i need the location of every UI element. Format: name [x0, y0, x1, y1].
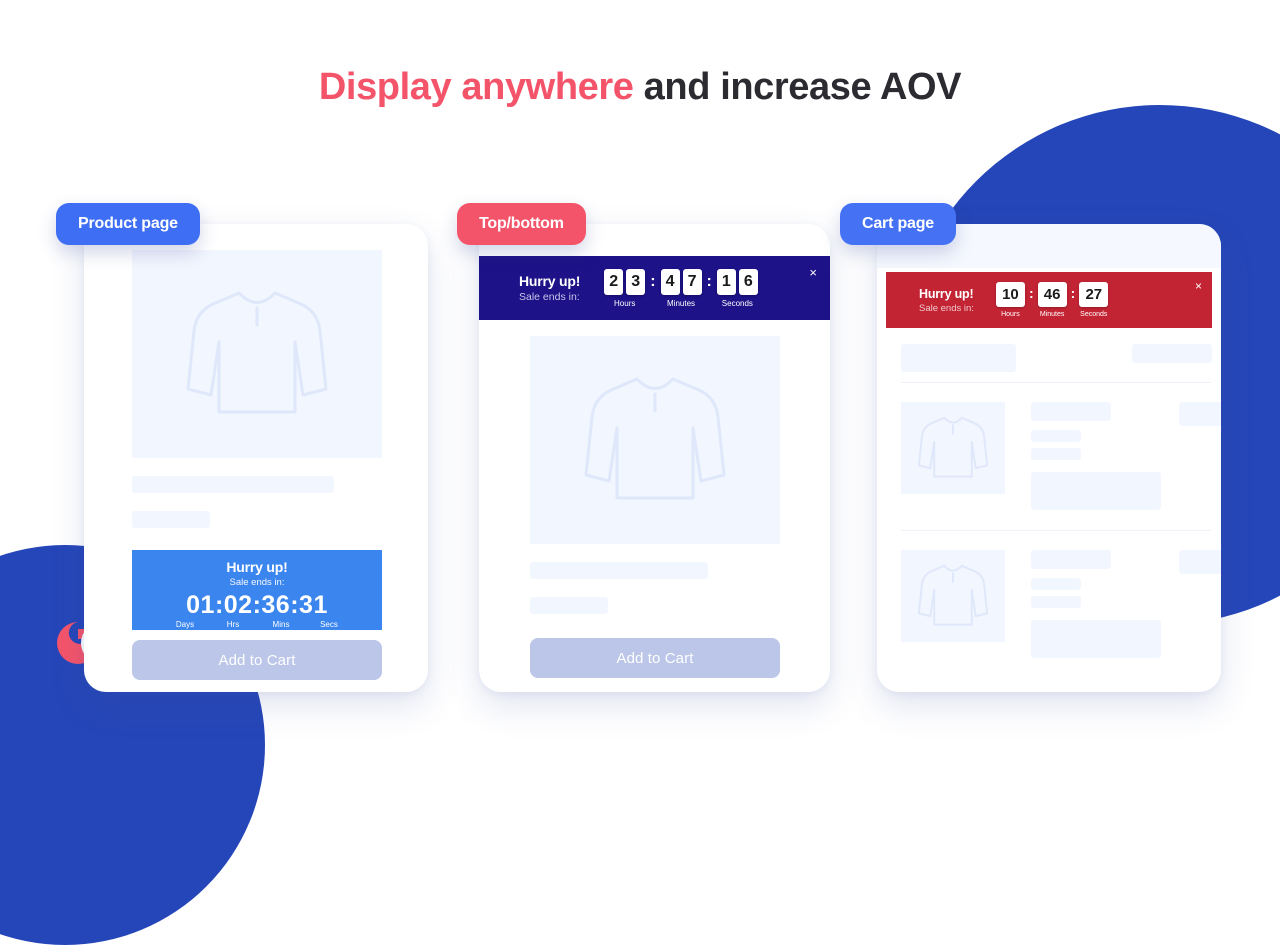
timer-hurry-label: Hurry up!: [226, 559, 288, 575]
close-icon[interactable]: ×: [809, 266, 817, 279]
cart-total-placeholder: [1132, 344, 1212, 363]
flip-value-seconds: 27: [1079, 282, 1109, 307]
cart-items-list: [877, 336, 1221, 678]
page-title-rest: and increase AOV: [633, 66, 962, 108]
cart-item-variant-placeholder: [1031, 596, 1081, 608]
long-sleeve-shirt-icon: [186, 291, 328, 414]
flip-separator: :: [650, 272, 656, 290]
flip-unit-hours: 10 Hours: [995, 282, 1025, 318]
product-price-placeholder: [530, 597, 608, 614]
cart-item-title-placeholder: [1031, 402, 1111, 421]
flip-unit-seconds: 1 6 Seconds: [716, 268, 758, 308]
banner-sub-label: Sale ends in:: [919, 302, 974, 314]
cart-item-thumbnail: [901, 402, 1005, 494]
badge-cart-page[interactable]: Cart page: [840, 203, 956, 245]
countdown-timer-product: Hurry up! Sale ends in: 01:02:36:31 Days…: [132, 550, 382, 630]
timer-unit-hrs: Hrs: [226, 620, 240, 629]
page-title: Display anywhere and increase AOV: [0, 66, 1280, 109]
timer-unit-days: Days: [175, 620, 195, 629]
flip-unit-minutes: 4 7 Minutes: [660, 268, 702, 308]
badge-top-bottom[interactable]: Top/bottom: [457, 203, 586, 245]
cart-item-title-placeholder: [1031, 550, 1111, 569]
flip-digits-hours: 2 3: [604, 268, 646, 295]
product-page-card: Hurry up! Sale ends in: 01:02:36:31 Days…: [84, 224, 428, 692]
flip-digit: 7: [682, 268, 702, 295]
long-sleeve-shirt-icon: [917, 416, 989, 478]
product-image-placeholder: [530, 336, 780, 544]
badge-product-page[interactable]: Product page: [56, 203, 200, 245]
flip-label-minutes: Minutes: [1039, 311, 1065, 318]
cart-item-variant-placeholder: [1031, 448, 1081, 460]
cart-item-variant-placeholder: [1031, 430, 1081, 442]
flip-digit: 4: [660, 268, 680, 295]
cart-item-qty-placeholder: [1031, 472, 1161, 510]
banner-hurry-label: Hurry up!: [519, 273, 581, 289]
flip-label-minutes: Minutes: [667, 298, 696, 308]
flip-digit: 1: [716, 268, 736, 295]
countdown-banner-cart: Hurry up! Sale ends in: 10 Hours : 46 Mi…: [886, 272, 1212, 328]
timer-sub-label: Sale ends in:: [229, 577, 285, 588]
flip-digits-minutes: 4 7: [660, 268, 702, 295]
product-title-placeholder: [530, 562, 708, 579]
flip-unit-seconds: 27 Seconds: [1079, 282, 1109, 318]
banner-text-block: Hurry up! Sale ends in:: [519, 273, 580, 303]
product-image-placeholder: [132, 250, 382, 458]
badge-product-page-label: Product page: [78, 215, 178, 232]
add-to-cart-button-topbottom[interactable]: Add to Cart: [530, 638, 780, 678]
cart-item-price-placeholder: [1179, 550, 1221, 574]
flip-label-seconds: Seconds: [721, 298, 753, 308]
flip-digits-seconds: 1 6: [716, 268, 758, 295]
banner-flip-clock: 2 3 Hours : 4 7 Minutes : 1 6 Seconds: [604, 268, 758, 308]
cart-item-variant-placeholder: [1031, 578, 1081, 590]
cart-item-price-placeholder: [1179, 402, 1221, 426]
flip-unit-minutes: 46 Minutes: [1037, 282, 1067, 318]
timer-digits: 01:02:36:31: [186, 591, 328, 619]
timer-unit-labels: Days Hrs Mins Secs: [132, 620, 382, 629]
page-title-highlight: Display anywhere: [318, 66, 634, 108]
banner-hurry-label: Hurry up!: [919, 286, 974, 301]
cart-summary-row: [877, 336, 1221, 382]
cart-item-thumbnail: [901, 550, 1005, 642]
add-to-cart-button-product[interactable]: Add to Cart: [132, 640, 382, 680]
timer-unit-mins: Mins: [272, 620, 290, 629]
flip-value-hours: 10: [995, 282, 1025, 307]
flip-digit: 6: [738, 268, 758, 295]
countdown-banner-topbottom: Hurry up! Sale ends in: 2 3 Hours : 4 7 …: [479, 256, 830, 320]
flip-digit: 3: [626, 268, 646, 295]
cart-item-qty-placeholder: [1031, 620, 1161, 658]
badge-top-bottom-label: Top/bottom: [479, 215, 564, 232]
badge-cart-page-label: Cart page: [862, 215, 934, 232]
flip-digit: 2: [604, 268, 624, 295]
product-price-placeholder: [132, 511, 210, 528]
flip-separator: :: [706, 272, 712, 290]
list-item[interactable]: [877, 382, 1221, 530]
flip-label-hours: Hours: [1001, 311, 1020, 318]
cart-page-card: Hurry up! Sale ends in: 10 Hours : 46 Mi…: [877, 224, 1221, 692]
banner-flip-clock: 10 Hours : 46 Minutes : 27 Seconds: [995, 282, 1109, 318]
flip-value-minutes: 46: [1037, 282, 1067, 307]
banner-sub-label: Sale ends in:: [519, 291, 580, 303]
close-icon[interactable]: ×: [1195, 280, 1202, 292]
long-sleeve-shirt-icon: [584, 377, 726, 500]
banner-text-block: Hurry up! Sale ends in:: [919, 287, 974, 314]
list-item[interactable]: [877, 530, 1221, 678]
add-to-cart-label: Add to Cart: [218, 651, 296, 669]
flip-label-seconds: Seconds: [1080, 311, 1108, 318]
flip-separator: :: [1028, 285, 1034, 301]
cart-heading-placeholder: [901, 344, 1016, 372]
flip-separator: :: [1070, 285, 1076, 301]
flip-unit-hours: 2 3 Hours: [604, 268, 646, 308]
timer-unit-secs: Secs: [320, 620, 338, 629]
top-bottom-card: Hurry up! Sale ends in: 2 3 Hours : 4 7 …: [479, 224, 830, 692]
flip-label-hours: Hours: [614, 298, 636, 308]
add-to-cart-label: Add to Cart: [616, 649, 694, 667]
product-title-placeholder: [132, 476, 334, 493]
long-sleeve-shirt-icon: [917, 564, 989, 626]
